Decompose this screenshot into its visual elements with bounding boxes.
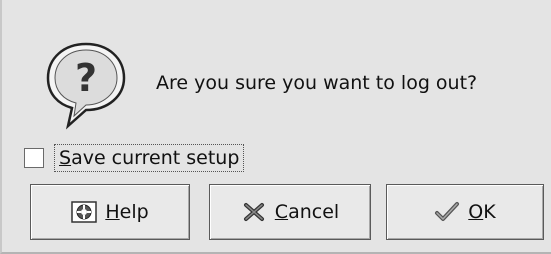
help-button-label: Help bbox=[105, 201, 149, 223]
cancel-button[interactable]: Cancel bbox=[209, 184, 371, 240]
help-button[interactable]: Help bbox=[30, 184, 190, 240]
logout-dialog: ? Are you sure you want to log out? Save… bbox=[0, 0, 551, 254]
save-setup-option[interactable]: Save current setup bbox=[24, 143, 245, 173]
save-setup-checkbox[interactable] bbox=[24, 148, 44, 168]
save-setup-label[interactable]: Save current setup bbox=[54, 144, 245, 172]
cancel-button-label: Cancel bbox=[274, 201, 340, 223]
question-icon: ? bbox=[38, 36, 134, 132]
ok-button[interactable]: OK bbox=[386, 184, 544, 240]
ok-button-label: OK bbox=[468, 201, 496, 223]
help-icon bbox=[71, 201, 98, 223]
checkmark-icon bbox=[434, 201, 460, 223]
confirm-message: Are you sure you want to log out? bbox=[156, 72, 478, 94]
svg-text:?: ? bbox=[75, 56, 97, 100]
x-icon bbox=[241, 201, 267, 223]
